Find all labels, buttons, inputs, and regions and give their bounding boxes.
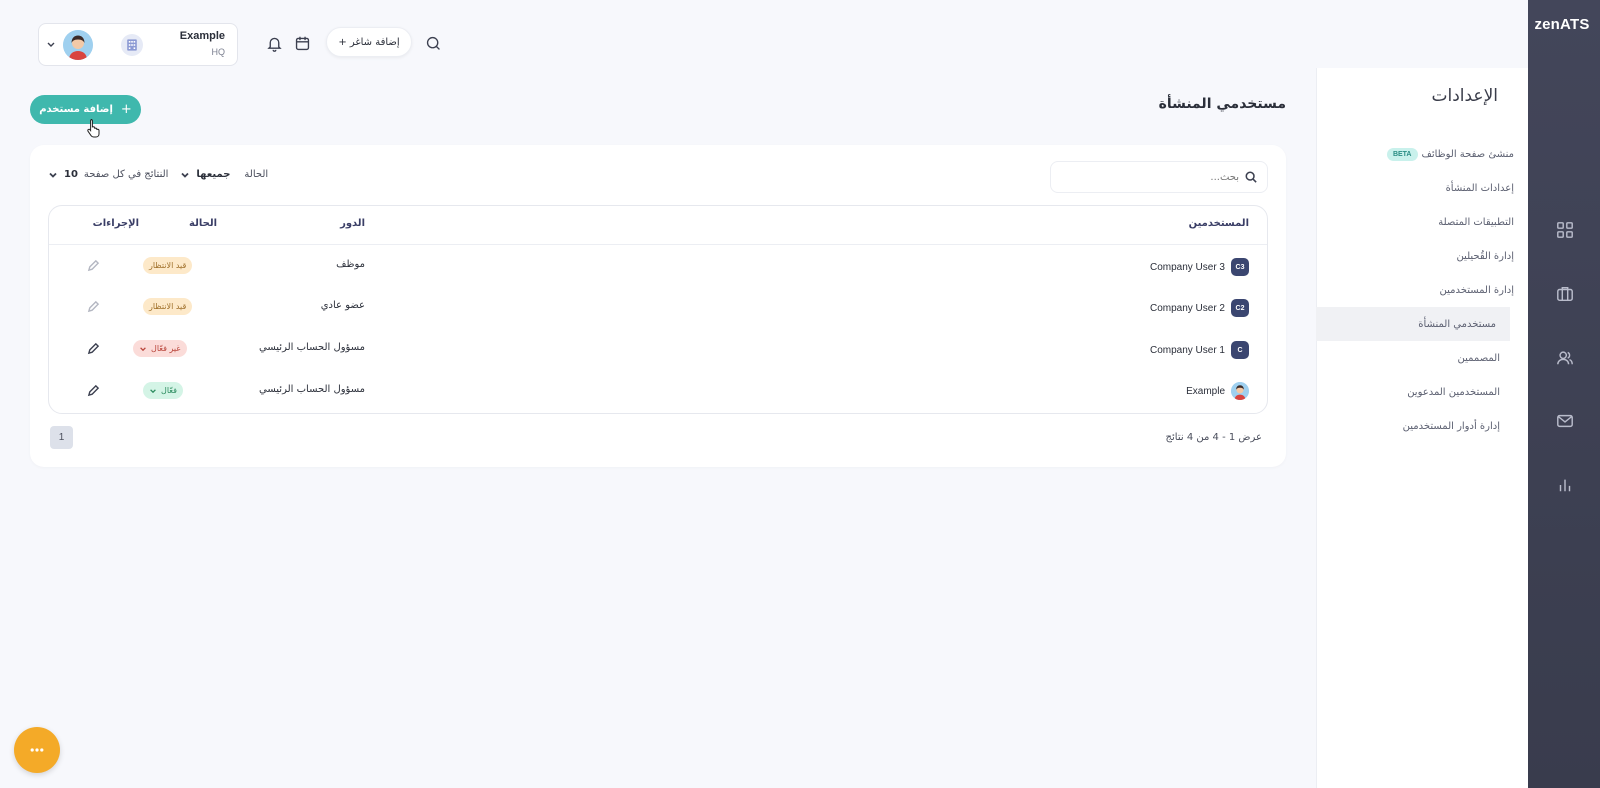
nav-label: إدارة أدوار المستخدمين bbox=[1402, 420, 1500, 432]
search-input[interactable] bbox=[1069, 171, 1239, 183]
status-badge: قيد الانتظار bbox=[143, 298, 193, 315]
table-row: Company User 1 C مسؤول الحساب الرئيسي غي… bbox=[49, 328, 1267, 370]
settings-item-designers[interactable]: المصممين bbox=[1318, 341, 1514, 375]
add-job-button[interactable]: + إضافة شاغر bbox=[326, 27, 412, 57]
status-text: قيد الانتظار bbox=[149, 302, 187, 311]
org-location: HQ bbox=[211, 47, 226, 57]
chevron-down-icon[interactable] bbox=[48, 170, 58, 180]
add-user-label: إضافة مستخدم bbox=[39, 104, 113, 115]
settings-item-user-roles[interactable]: إدارة أدوار المستخدمين bbox=[1318, 409, 1514, 443]
org-switcher[interactable]: Example HQ bbox=[38, 23, 238, 66]
status-filter-value[interactable]: جميعها bbox=[196, 169, 230, 180]
more-dots-icon bbox=[30, 748, 44, 752]
building-icon bbox=[121, 34, 143, 56]
plus-icon: + bbox=[120, 102, 132, 117]
org-name: Example bbox=[179, 30, 225, 42]
nav-label: إعدادات المنشأة bbox=[1445, 182, 1514, 194]
per-page-label: النتائج في كل صفحة bbox=[83, 169, 169, 180]
dashboard-icon[interactable] bbox=[1554, 219, 1576, 241]
col-status: الحالة bbox=[189, 218, 217, 229]
logo-text: zen bbox=[1534, 16, 1561, 33]
results-count: عرض 1 - 4 من 4 نتائج bbox=[1165, 432, 1262, 443]
user-name: Company User 2 bbox=[1149, 302, 1225, 314]
settings-item-manage-users[interactable]: إدارة المستخدمين bbox=[1318, 273, 1515, 307]
user-role: عضو عادي bbox=[320, 300, 365, 311]
col-role: الدور bbox=[340, 218, 365, 229]
calendar-icon[interactable] bbox=[292, 33, 312, 53]
nav-label: المستخدمين المدعوين bbox=[1407, 386, 1500, 398]
user-cell: Company User 1 C bbox=[1150, 341, 1249, 359]
per-page-value[interactable]: 10 bbox=[64, 169, 78, 180]
settings-item-company-settings[interactable]: إعدادات المنشأة bbox=[1318, 171, 1514, 205]
search-box[interactable] bbox=[1050, 161, 1268, 193]
col-users: المستخدمين bbox=[1188, 218, 1249, 229]
search-icon bbox=[1245, 171, 1257, 183]
col-actions: الإجراءات bbox=[92, 218, 139, 229]
user-initials: C2 bbox=[1231, 299, 1249, 317]
search-icon[interactable] bbox=[423, 33, 443, 53]
settings-item-company-users[interactable]: مستخدمي المنشأة bbox=[1316, 307, 1510, 341]
user-cell: Example bbox=[1186, 382, 1249, 400]
nav-label: منشئ صفحة الوظائف bbox=[1421, 148, 1515, 160]
table-row: Company User 2 C2 عضو عادي قيد الانتظار bbox=[49, 286, 1267, 328]
user-name: Company User 1 bbox=[1149, 344, 1225, 356]
edit-icon[interactable] bbox=[87, 384, 101, 398]
settings-panel: الإعدادات منشئ صفحة الوظائف BETA إعدادات … bbox=[1316, 68, 1528, 788]
user-initials: C3 bbox=[1231, 258, 1249, 276]
status-badge: قيد الانتظار bbox=[143, 257, 193, 274]
user-cell: Company User 2 C2 bbox=[1150, 299, 1249, 317]
user-name: Company User 3 bbox=[1149, 261, 1225, 273]
status-filter-label: الحالة bbox=[244, 169, 269, 180]
bell-icon[interactable] bbox=[264, 33, 284, 53]
settings-item-invited-users[interactable]: المستخدمين المدعوين bbox=[1318, 375, 1514, 409]
edit-icon[interactable] bbox=[87, 259, 101, 273]
users-card: 10 النتائج في كل صفحة جميعها الحالة المس… bbox=[30, 145, 1286, 467]
table-row: Example مسؤول الحساب الرئيسي فعّال bbox=[49, 370, 1267, 412]
nav-label: المصممين bbox=[1457, 352, 1500, 364]
user-avatar bbox=[1231, 382, 1249, 400]
status-dropdown[interactable]: فعّال bbox=[143, 382, 183, 399]
hand-cursor-icon bbox=[87, 119, 100, 138]
app-logo[interactable]: zenATS bbox=[1532, 16, 1592, 33]
table-header: المستخدمين الدور الحالة الإجراءات bbox=[49, 206, 1267, 245]
users-icon[interactable] bbox=[1554, 347, 1576, 369]
briefcase-icon[interactable] bbox=[1554, 283, 1576, 305]
user-avatar[interactable] bbox=[63, 30, 93, 60]
status-text: قيد الانتظار bbox=[149, 261, 187, 270]
chevron-down-icon bbox=[47, 42, 55, 47]
chevron-down-icon bbox=[140, 346, 146, 351]
user-role: مسؤول الحساب الرئيسي bbox=[259, 384, 365, 395]
mail-icon[interactable] bbox=[1554, 410, 1576, 432]
user-role: موظف bbox=[336, 259, 365, 270]
main-rail: zenATS bbox=[1528, 0, 1600, 788]
status-dropdown[interactable]: غير فعّال bbox=[133, 340, 187, 357]
logo-text-accent: ATS bbox=[1560, 16, 1590, 33]
chevron-down-icon[interactable] bbox=[180, 170, 190, 180]
users-table: المستخدمين الدور الحالة الإجراءات Compan… bbox=[48, 205, 1268, 414]
nav-label: إدارة القُحيلين bbox=[1456, 250, 1514, 262]
user-cell: Company User 3 C3 bbox=[1150, 258, 1249, 276]
user-role: مسؤول الحساب الرئيسي bbox=[259, 342, 365, 353]
settings-title: الإعدادات bbox=[1431, 86, 1498, 106]
nav-label: مستخدمي المنشأة bbox=[1418, 318, 1496, 330]
bar-chart-icon[interactable] bbox=[1554, 474, 1576, 496]
user-name: Example bbox=[1186, 385, 1225, 397]
status-text: فعّال bbox=[161, 386, 177, 395]
table-filters: 10 النتائج في كل صفحة جميعها الحالة bbox=[48, 169, 268, 180]
edit-icon[interactable] bbox=[87, 342, 101, 356]
page-button[interactable]: 1 bbox=[50, 426, 73, 449]
settings-item-job-page-builder[interactable]: منشئ صفحة الوظائف BETA bbox=[1318, 137, 1514, 171]
page-title: مستخدمي المنشأة bbox=[1158, 96, 1286, 112]
table-row: Company User 3 C3 موظف قيد الانتظار bbox=[49, 245, 1267, 287]
nav-label: التطبيقات المتصلة bbox=[1438, 216, 1514, 228]
nav-label: إدارة المستخدمين bbox=[1439, 284, 1515, 296]
settings-item-manage-candidates[interactable]: إدارة القُحيلين bbox=[1318, 239, 1514, 273]
status-text: غير فعّال bbox=[151, 344, 181, 353]
chevron-down-icon bbox=[150, 388, 156, 393]
user-initials: C bbox=[1231, 341, 1249, 359]
edit-icon[interactable] bbox=[87, 300, 101, 314]
settings-item-connected-apps[interactable]: التطبيقات المتصلة bbox=[1318, 205, 1514, 239]
more-fab[interactable] bbox=[14, 727, 60, 773]
beta-badge: BETA bbox=[1386, 147, 1418, 161]
